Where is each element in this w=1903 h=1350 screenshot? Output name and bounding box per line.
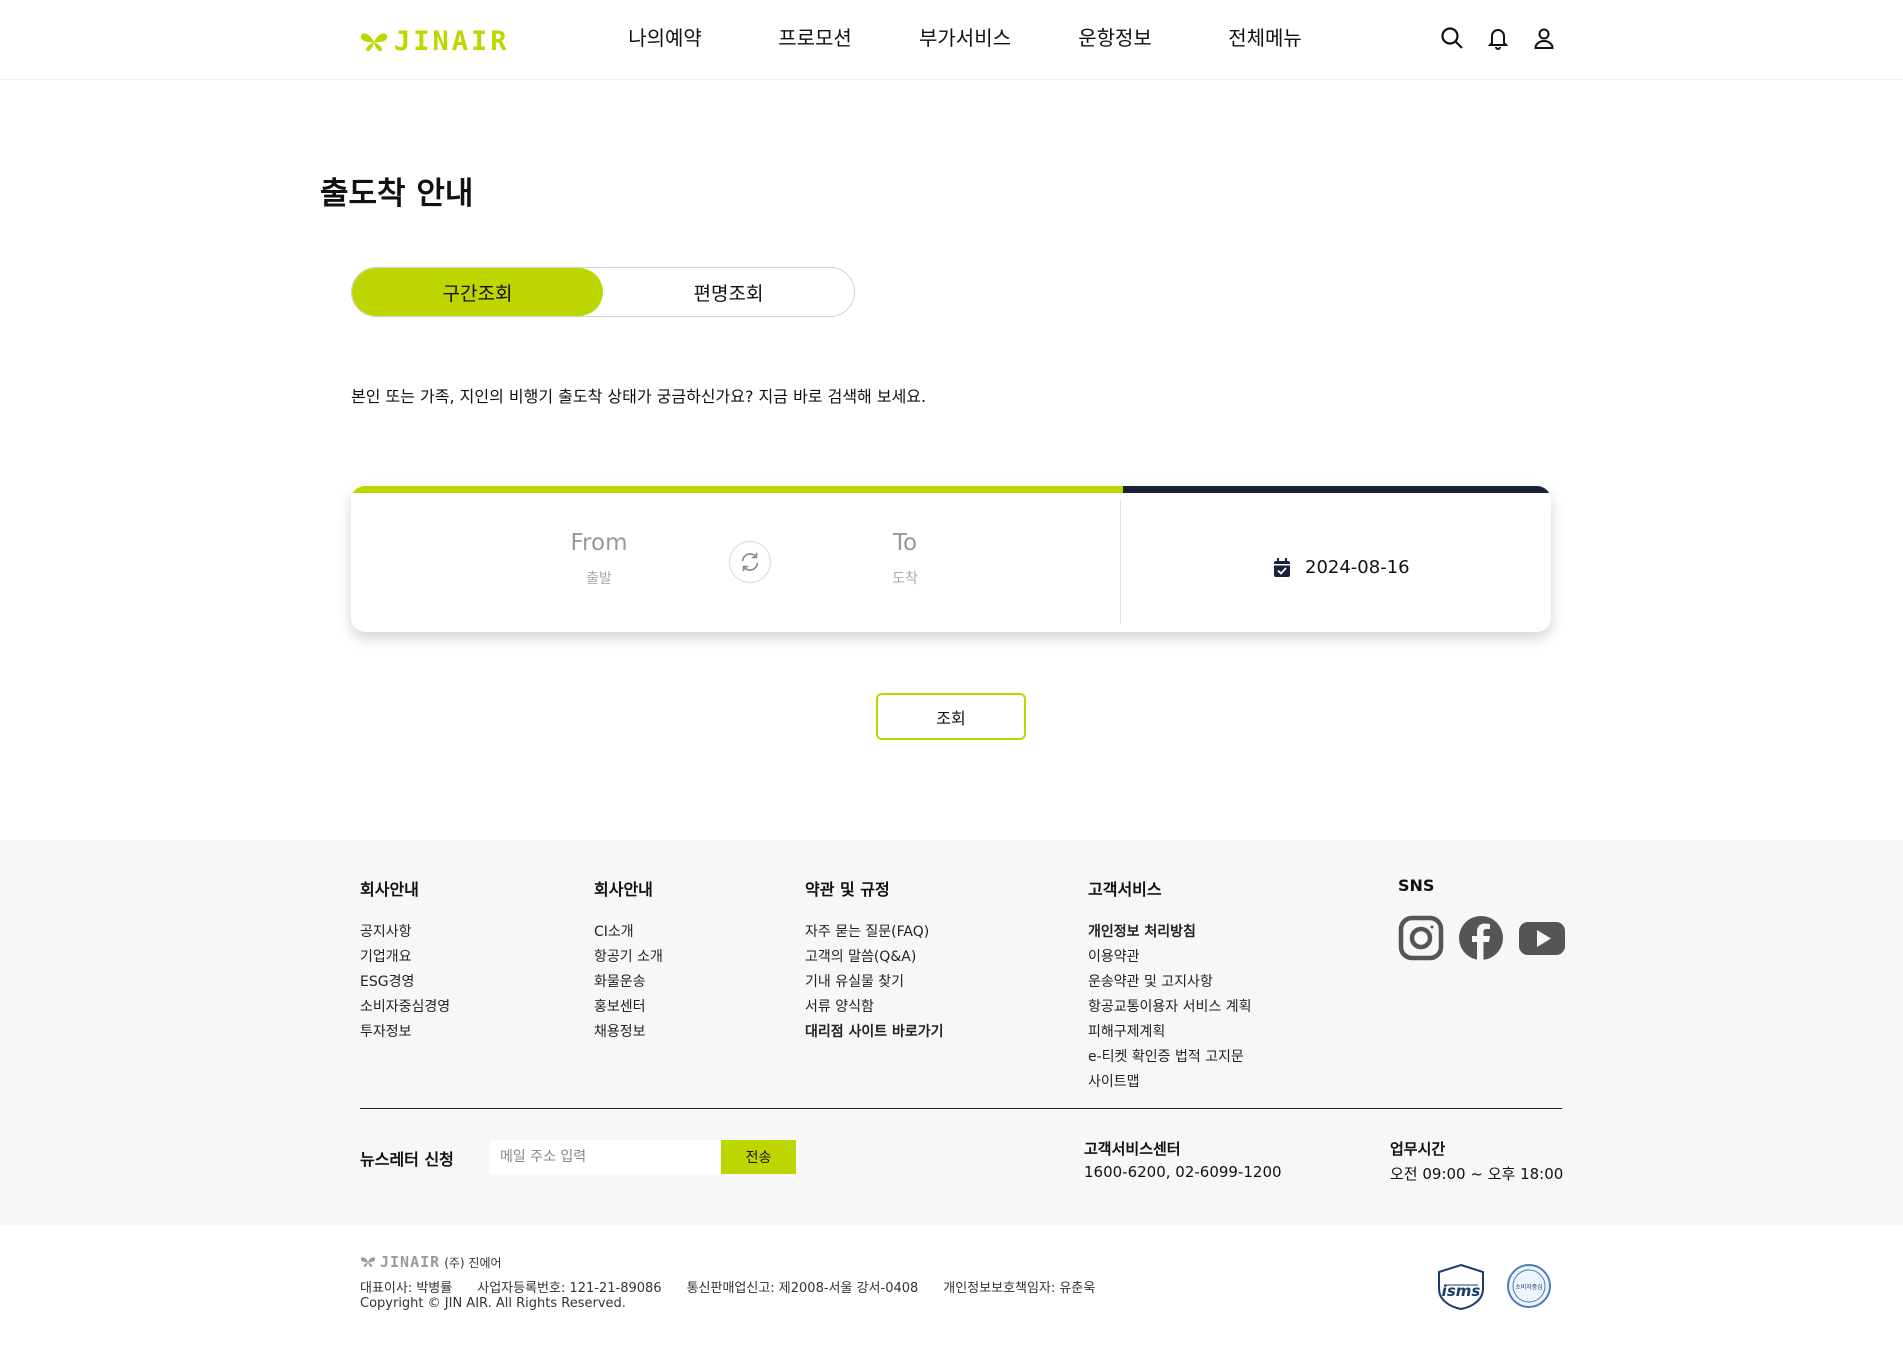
- page-title: 출도착 안내: [320, 176, 474, 212]
- footer-link[interactable]: 서류 양식함: [805, 995, 944, 1020]
- newsletter-submit-button[interactable]: 전송: [721, 1140, 796, 1174]
- footer-link[interactable]: 항공교통이용자 서비스 계획: [1088, 995, 1251, 1020]
- customer-center-title: 고객서비스센터: [1084, 1140, 1181, 1158]
- nav-promotion[interactable]: 프로모션: [740, 22, 890, 51]
- instagram-icon[interactable]: [1398, 915, 1444, 965]
- search-button[interactable]: 조회: [876, 693, 1026, 740]
- arrival-code: To: [892, 530, 918, 556]
- nav-flight-info[interactable]: 운항정보: [1040, 22, 1190, 51]
- footer-link[interactable]: 홍보센터: [594, 995, 663, 1020]
- newsletter-email-input[interactable]: [490, 1140, 722, 1174]
- company-name: (주) 진에어: [444, 1255, 502, 1270]
- isms-badge-text: isms: [1442, 1282, 1481, 1300]
- footer-link[interactable]: 채용정보: [594, 1020, 663, 1045]
- business-hours-block: 업무시간 오전 09:00 ~ 오후 18:00: [1390, 1138, 1563, 1184]
- footer-col-company: 회사안내 공지사항 기업개요 ESG경영 소비자중심경영 투자정보: [360, 876, 450, 1045]
- footer-col-title: 회사안내: [360, 880, 419, 899]
- privacy-officer: 개인정보보호책임자: 유춘욱: [943, 1281, 1096, 1296]
- business-hours-value: 오전 09:00 ~ 오후 18:00: [1390, 1165, 1564, 1183]
- bell-icon[interactable]: [1484, 24, 1512, 52]
- facebook-icon[interactable]: [1458, 915, 1504, 965]
- footer-link[interactable]: 고객의 말씀(Q&A): [805, 945, 944, 970]
- footer-link[interactable]: 기업개요: [360, 945, 450, 970]
- footer-link-privacy[interactable]: 개인정보 처리방침: [1088, 920, 1251, 945]
- footer-col-title: 약관 및 규정: [805, 880, 890, 899]
- footer-divider: [360, 1108, 1562, 1109]
- swap-route-button[interactable]: [729, 541, 771, 583]
- butterfly-logo-icon: [360, 1257, 376, 1267]
- nav-extra-services[interactable]: 부가서비스: [890, 22, 1040, 51]
- footer-link[interactable]: 항공기 소개: [594, 945, 663, 970]
- cc-badge-text: 소비자중심: [1515, 1283, 1543, 1291]
- refresh-icon: [741, 552, 759, 572]
- logo-text: JINAIR: [394, 26, 510, 57]
- ceo-info: 대표이사: 박병률: [360, 1281, 453, 1296]
- date-accent-bar: [1123, 486, 1551, 493]
- search-type-tabs: 구간조회 편명조회: [351, 267, 855, 317]
- selected-date: 2024-08-16: [1305, 557, 1410, 578]
- site-footer: 회사안내 공지사항 기업개요 ESG경영 소비자중심경영 투자정보 회사안내 C…: [0, 840, 1903, 1225]
- footer-link[interactable]: 소비자중심경영: [360, 995, 450, 1020]
- site-header: JINAIR 나의예약 프로모션 부가서비스 운항정보 전체메뉴: [0, 0, 1903, 80]
- search-icon[interactable]: [1438, 24, 1466, 52]
- jinair-logo[interactable]: JINAIR: [360, 26, 510, 57]
- page-description: 본인 또는 가족, 지인의 비행기 출도착 상태가 궁금하신가요? 지금 바로 …: [351, 387, 927, 406]
- footer-link[interactable]: 투자정보: [360, 1020, 450, 1045]
- company-details: 대표이사: 박병률 사업자등록번호: 121-21-89086 통신판매업신고:…: [360, 1277, 1095, 1296]
- bottom-logo-text: JINAIR: [380, 1253, 441, 1271]
- footer-col-title: SNS: [1398, 876, 1435, 895]
- consumer-centered-badge: 소비자중심: [1506, 1263, 1552, 1313]
- departure-code: From: [570, 530, 628, 556]
- tab-flight-number-search[interactable]: 편명조회: [603, 268, 854, 316]
- nav-all-menu[interactable]: 전체메뉴: [1190, 22, 1340, 51]
- customer-center-phone: 1600-6200, 02-6099-1200: [1084, 1163, 1282, 1181]
- footer-link[interactable]: 이용약관: [1088, 945, 1251, 970]
- footer-link[interactable]: 사이트맵: [1088, 1070, 1251, 1095]
- flight-search-box: From 출발 To 도착 2024-08-16: [351, 486, 1551, 632]
- footer-link[interactable]: 화물운송: [594, 970, 663, 995]
- footer-link[interactable]: e-티켓 확인증 법적 고지문: [1088, 1045, 1251, 1070]
- newsletter-title: 뉴스레터 신청: [360, 1150, 454, 1169]
- butterfly-logo-icon: [360, 32, 388, 51]
- nav-my-booking[interactable]: 나의예약: [590, 22, 740, 51]
- copyright: Copyright © JIN AIR. All Rights Reserved…: [360, 1296, 626, 1311]
- footer-col-company-2: 회사안내 CI소개 항공기 소개 화물운송 홍보센터 채용정보: [594, 876, 663, 1045]
- mail-order-registration: 통신판매업신고: 제2008-서울 강서-0408: [686, 1281, 919, 1296]
- route-accent-bar: [351, 486, 1123, 493]
- footer-link[interactable]: 기내 유실물 찾기: [805, 970, 944, 995]
- footer-col-title: 고객서비스: [1088, 880, 1162, 899]
- footer-link[interactable]: 공지사항: [360, 920, 450, 945]
- user-icon[interactable]: [1530, 24, 1558, 52]
- arrival-label: 도착: [892, 571, 918, 587]
- customer-center-block: 고객서비스센터 1600-6200, 02-6099-1200: [1084, 1138, 1282, 1181]
- departure-field[interactable]: From 출발: [509, 530, 689, 588]
- calendar-icon: [1274, 557, 1290, 577]
- footer-col-title: 회사안내: [594, 880, 653, 899]
- footer-col-terms: 약관 및 규정 자주 묻는 질문(FAQ) 고객의 말씀(Q&A) 기내 유실물…: [805, 876, 944, 1045]
- departure-label: 출발: [586, 571, 612, 587]
- utility-icons: [1438, 24, 1558, 52]
- search-divider: [1120, 500, 1121, 624]
- business-registration: 사업자등록번호: 121-21-89086: [477, 1281, 662, 1296]
- isms-certification-badge: isms: [1436, 1263, 1486, 1315]
- footer-link-agency[interactable]: 대리점 사이트 바로가기: [805, 1020, 944, 1045]
- main-nav: 나의예약 프로모션 부가서비스 운항정보 전체메뉴: [590, 22, 1340, 51]
- business-hours-title: 업무시간: [1390, 1140, 1446, 1158]
- youtube-icon[interactable]: [1518, 919, 1566, 961]
- footer-link[interactable]: 운송약관 및 고지사항: [1088, 970, 1251, 995]
- footer-link[interactable]: 자주 묻는 질문(FAQ): [805, 920, 944, 945]
- bottom-logo: JINAIR (주) 진에어: [360, 1253, 502, 1271]
- footer-col-sns: SNS: [1398, 876, 1566, 965]
- date-picker[interactable]: 2024-08-16: [1273, 557, 1410, 578]
- footer-link[interactable]: CI소개: [594, 920, 663, 945]
- company-info-bar: JINAIR (주) 진에어 대표이사: 박병률 사업자등록번호: 121-21…: [0, 1225, 1903, 1350]
- footer-col-customer-service: 고객서비스 개인정보 처리방침 이용약관 운송약관 및 고지사항 항공교통이용자…: [1088, 876, 1251, 1095]
- footer-link[interactable]: 피해구제계획: [1088, 1020, 1251, 1045]
- tab-route-search[interactable]: 구간조회: [352, 268, 603, 316]
- arrival-field[interactable]: To 도착: [815, 530, 995, 588]
- sns-icons: [1398, 915, 1566, 965]
- footer-link[interactable]: ESG경영: [360, 970, 450, 995]
